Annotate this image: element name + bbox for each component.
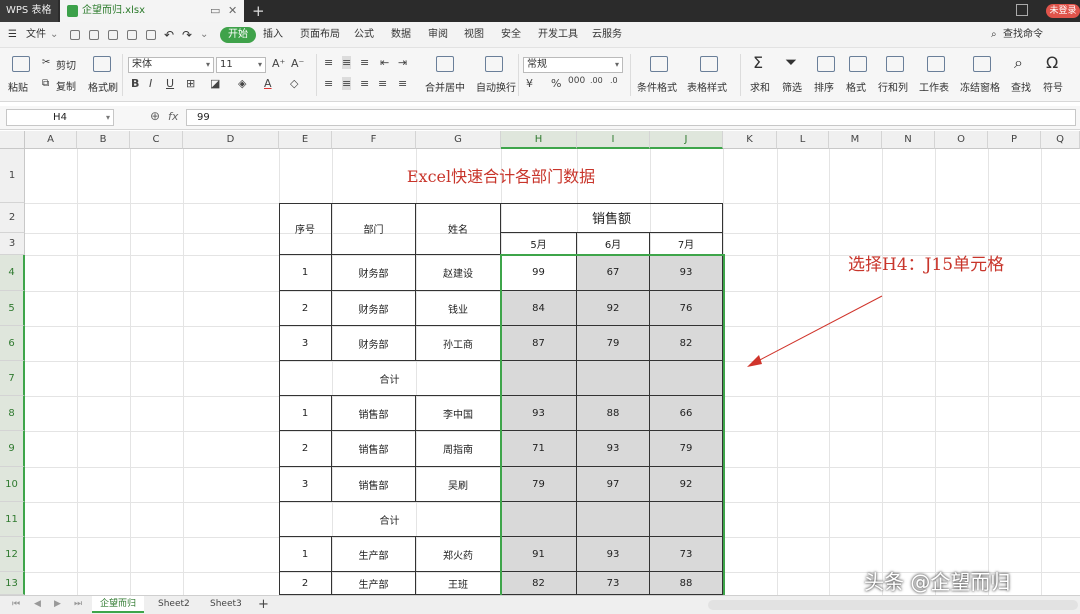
first-sheet-icon[interactable]: ⏮ (4, 596, 28, 613)
sheet-tab-bar: ⏮ ◀ ▶ ⏭ 企望而归 Sheet2 Sheet3 + (0, 595, 1080, 614)
sheet-tab-active[interactable]: 企望而归 (92, 596, 145, 613)
sheet-tab[interactable]: Sheet2 (150, 596, 198, 613)
add-sheet-icon[interactable]: + (250, 596, 277, 613)
sheet-tab[interactable]: Sheet3 (202, 596, 250, 613)
horizontal-scrollbar[interactable] (708, 600, 1078, 610)
annotation-arrow (747, 295, 883, 367)
watermark: 头条 @企望而归 (864, 570, 1011, 594)
last-sheet-icon[interactable]: ⏭ (66, 596, 90, 613)
